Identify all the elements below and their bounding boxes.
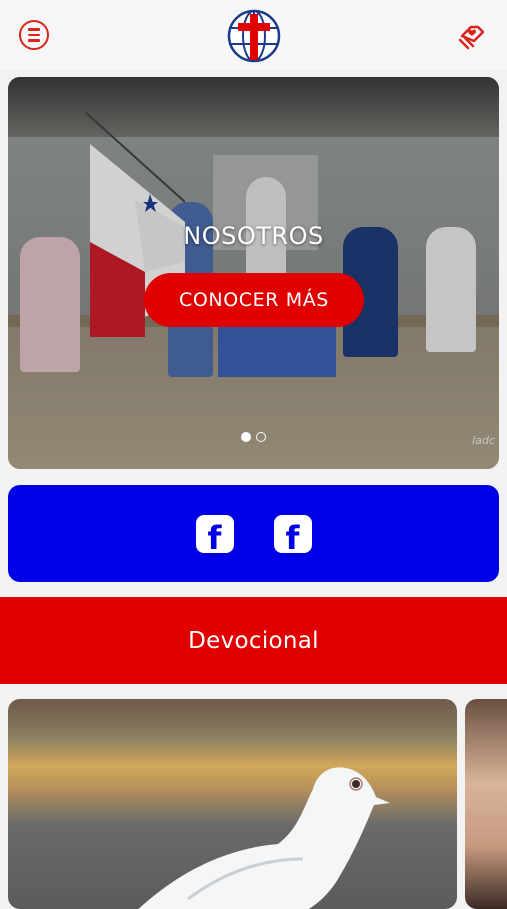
conocer-mas-button[interactable]: CONOCER MÁS bbox=[144, 273, 364, 327]
devotional-card-next[interactable] bbox=[465, 699, 507, 909]
social-links: f f bbox=[8, 485, 499, 582]
hero-carousel[interactable]: NOSOTROS CONOCER MÁS ladc bbox=[8, 77, 499, 469]
carousel-dot-1[interactable] bbox=[241, 432, 251, 442]
facebook-icon[interactable]: f bbox=[273, 514, 312, 557]
devocional-section-header[interactable]: Devocional bbox=[0, 597, 507, 684]
hero-title: NOSOTROS bbox=[183, 222, 324, 250]
facebook-glyph: f bbox=[285, 518, 300, 557]
top-bar bbox=[0, 0, 507, 70]
cross-globe-logo[interactable] bbox=[226, 8, 282, 64]
facebook-glyph: f bbox=[207, 518, 222, 557]
photo-watermark: ladc bbox=[472, 434, 495, 447]
carousel-dot-2[interactable] bbox=[256, 432, 266, 442]
facebook-icon[interactable]: f bbox=[195, 514, 234, 557]
dove-image bbox=[138, 767, 390, 909]
carousel-dots bbox=[8, 432, 499, 442]
menu-icon[interactable] bbox=[19, 20, 49, 50]
hand-heart-icon[interactable] bbox=[456, 18, 490, 52]
devocional-label: Devocional bbox=[188, 627, 319, 654]
devotional-card[interactable] bbox=[8, 699, 457, 909]
